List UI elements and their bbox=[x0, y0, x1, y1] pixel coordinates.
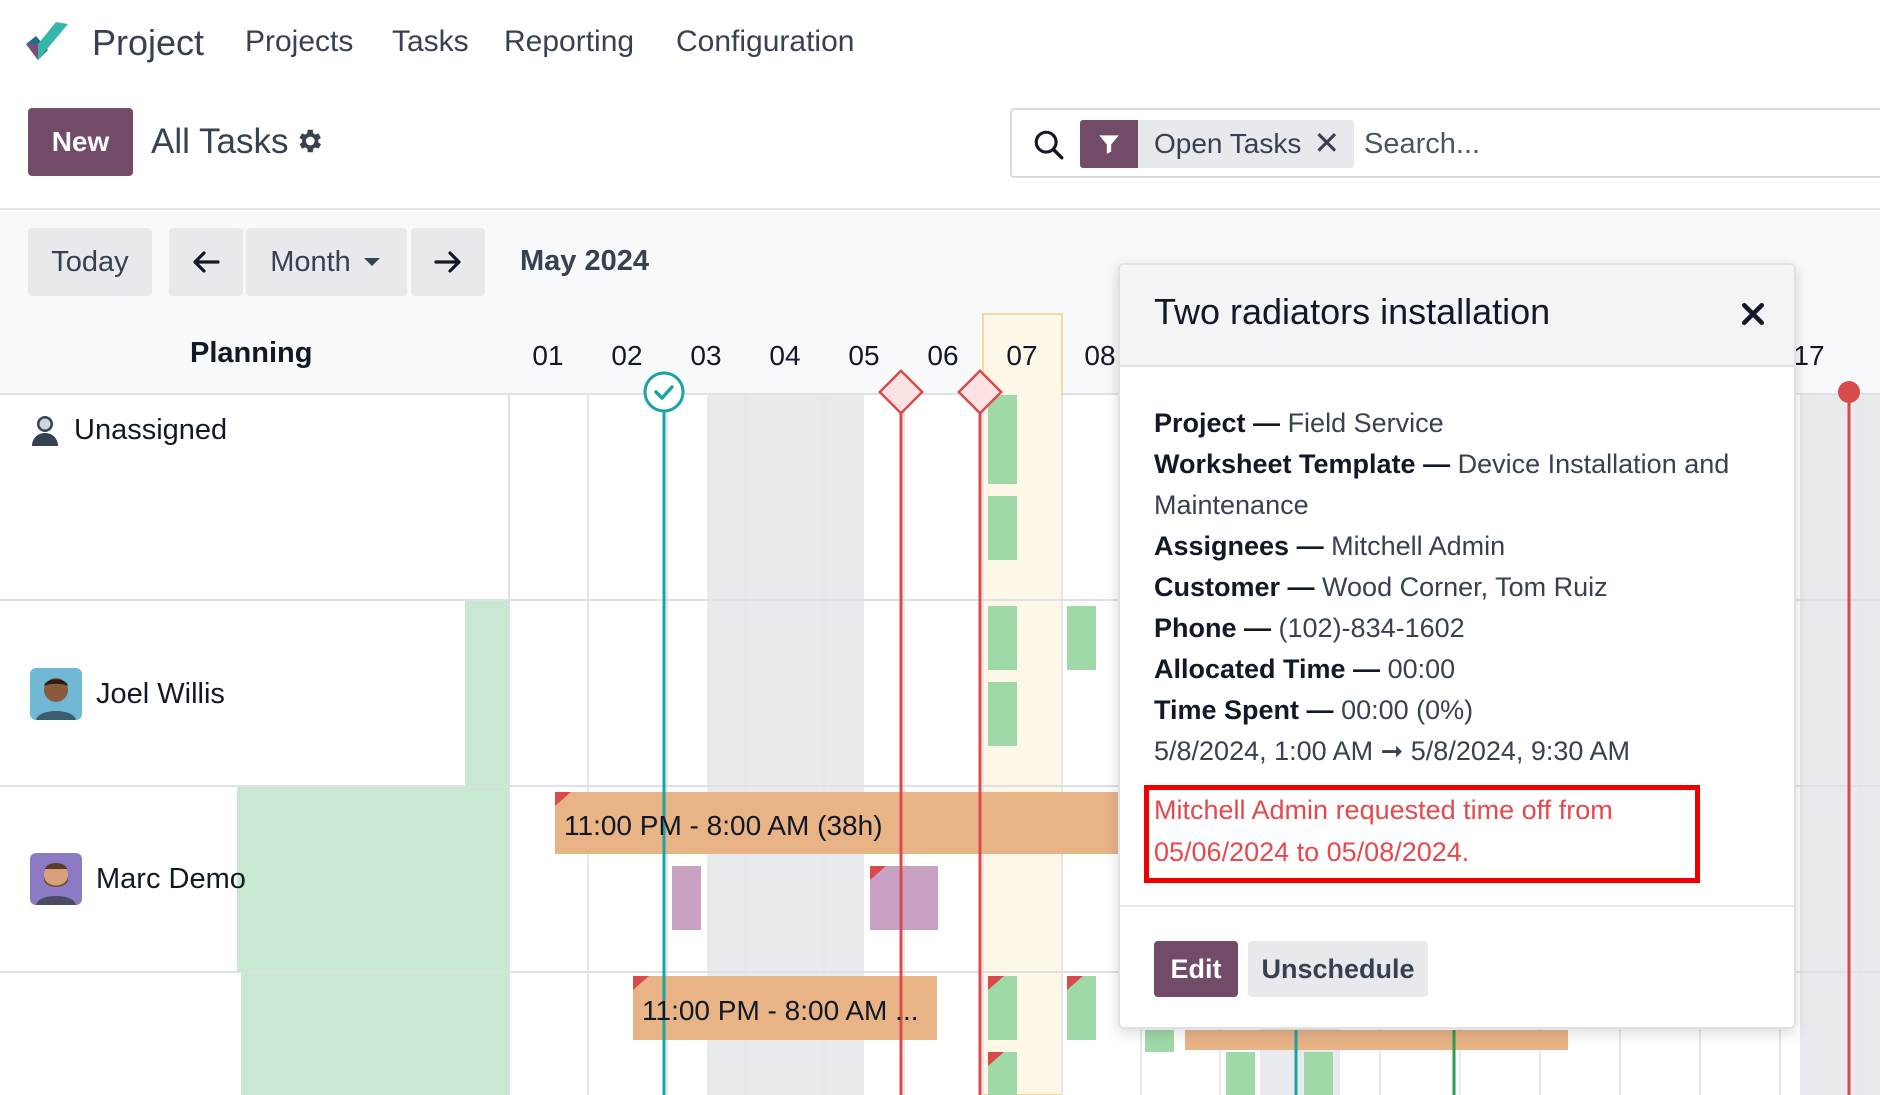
day-header: 01 bbox=[532, 340, 564, 371]
popover-header: Two radiators installation bbox=[1120, 265, 1794, 367]
edit-button[interactable]: Edit bbox=[1154, 941, 1238, 997]
menu-configuration[interactable]: Configuration bbox=[676, 25, 854, 59]
day-header: 02 bbox=[611, 340, 643, 371]
close-icon[interactable] bbox=[1738, 299, 1768, 329]
menu-tasks[interactable]: Tasks bbox=[392, 25, 469, 59]
detail-phone: Phone — (102)-834-1602 bbox=[1154, 613, 1465, 643]
day-header: 03 bbox=[690, 340, 722, 371]
menu-projects[interactable]: Projects bbox=[245, 25, 353, 59]
task-pill-label[interactable]: 11:00 PM - 8:00 AM (38h) bbox=[564, 810, 883, 842]
avatar bbox=[30, 853, 82, 905]
detail-allocated-time: Allocated Time — 00:00 bbox=[1154, 654, 1456, 684]
search-facet[interactable]: Open Tasks ✕ bbox=[1080, 120, 1355, 168]
scale-dropdown[interactable]: Month bbox=[246, 228, 407, 296]
search-icon[interactable] bbox=[1032, 128, 1066, 162]
breadcrumb: All Tasks bbox=[151, 122, 289, 161]
popover-title: Two radiators installation bbox=[1154, 291, 1551, 332]
gear-icon[interactable] bbox=[294, 126, 324, 156]
row-unassigned[interactable]: Unassigned bbox=[30, 413, 227, 447]
row-joel-willis[interactable]: Joel Willis bbox=[30, 668, 225, 720]
new-button[interactable]: New bbox=[28, 108, 133, 176]
facet-remove-icon[interactable]: ✕ bbox=[1313, 120, 1354, 168]
detail-assignees: Assignees — Mitchell Admin bbox=[1154, 531, 1506, 561]
user-icon bbox=[32, 416, 58, 446]
arrow-left-icon bbox=[193, 251, 220, 273]
row-label-text: Marc Demo bbox=[96, 862, 246, 895]
app-title[interactable]: Project bbox=[92, 22, 204, 64]
row-label-text: Joel Willis bbox=[96, 677, 225, 710]
detail-worksheet-template: Worksheet Template — Device Installation… bbox=[1154, 449, 1730, 520]
filter-icon bbox=[1080, 120, 1138, 168]
row-label-text: Unassigned bbox=[74, 413, 228, 446]
today-button[interactable]: Today bbox=[28, 228, 152, 296]
facet-label: Open Tasks bbox=[1154, 128, 1302, 159]
control-panel: New All Tasks Open Tasks ✕ bbox=[0, 88, 1880, 210]
task-popover: Two radiators installation Project — Fie… bbox=[1118, 263, 1796, 1029]
planning-header: Planning bbox=[190, 337, 313, 369]
detail-customer: Customer — Wood Corner, Tom Ruiz bbox=[1154, 572, 1608, 602]
detail-time-spent: Time Spent — 00:00 (0%) bbox=[1154, 695, 1474, 725]
day-header: 04 bbox=[769, 340, 801, 371]
day-header: 07 bbox=[1006, 340, 1038, 371]
avatar bbox=[30, 668, 82, 720]
popover-divider bbox=[1120, 905, 1794, 907]
time-off-warning: Mitchell Admin requested time off from 0… bbox=[1154, 795, 1613, 867]
search-input[interactable] bbox=[1364, 124, 1864, 164]
detail-dates: 5/8/2024, 1:00 AM ➞ 5/8/2024, 9:30 AM bbox=[1154, 736, 1630, 766]
previous-button[interactable] bbox=[169, 228, 243, 296]
search-bar: Open Tasks ✕ bbox=[1010, 108, 1880, 178]
next-button[interactable] bbox=[411, 228, 485, 296]
unschedule-button[interactable]: Unschedule bbox=[1248, 941, 1428, 997]
row-marc-demo[interactable]: Marc Demo bbox=[30, 853, 246, 905]
task-pill-label[interactable]: 11:00 PM - 8:00 AM ... bbox=[642, 995, 919, 1027]
project-app-logo-icon[interactable] bbox=[24, 20, 72, 64]
day-header: 06 bbox=[927, 340, 959, 371]
top-navbar: Project Projects Tasks Reporting Configu… bbox=[0, 0, 1880, 88]
scale-label: Month bbox=[270, 245, 351, 278]
caret-down-icon bbox=[363, 258, 380, 266]
detail-project: Project — Field Service bbox=[1154, 408, 1444, 438]
day-header: 05 bbox=[848, 340, 880, 371]
arrow-right-icon bbox=[434, 251, 461, 273]
popover-details: Project — Field Service Worksheet Templa… bbox=[1154, 403, 1764, 772]
menu-reporting[interactable]: Reporting bbox=[504, 25, 634, 59]
period-label: May 2024 bbox=[520, 245, 649, 277]
